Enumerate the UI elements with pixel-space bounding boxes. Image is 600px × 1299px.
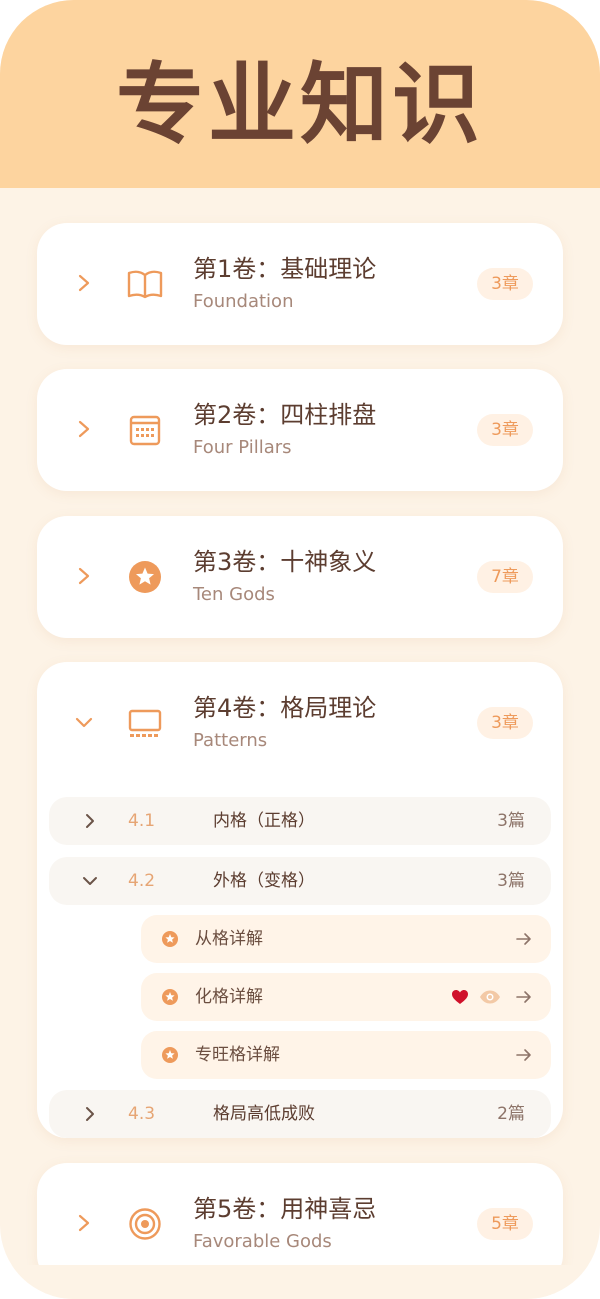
volume-title: 第4卷：格局理论: [193, 694, 377, 722]
monitor-icon: [128, 709, 162, 737]
volume-subtitle: Four Pillars: [193, 437, 292, 458]
chapter-title: 格局高低成败: [213, 1104, 315, 1124]
arrow-right-icon: [516, 991, 531, 1003]
chevron-right-icon: [86, 1107, 94, 1121]
chapter-title: 外格（变格）: [213, 871, 315, 891]
article-count: 2篇: [497, 1104, 525, 1124]
volume-subtitle: Patterns: [193, 730, 268, 751]
chapter-title: 内格（正格）: [213, 811, 315, 831]
chapter-count-badge: 3章: [477, 707, 533, 739]
heart-icon[interactable]: [451, 988, 469, 1006]
volume-card-3[interactable]: 第3卷：十神象义 Ten Gods 7章: [37, 516, 563, 638]
chapter-number: 4.3: [128, 1104, 156, 1124]
volume-title: 第3卷：十神象义: [193, 548, 377, 576]
app-screen: 专业知识 第1卷：基础理论 Foundation 3章 第2卷：四柱排盘 Fou…: [0, 0, 600, 1299]
page-title: 专业知识: [115, 53, 484, 156]
arrow-right-icon: [516, 1049, 531, 1061]
star-circle-icon: [162, 1047, 178, 1063]
chevron-right-icon: [86, 814, 94, 828]
target-icon: [129, 1208, 161, 1240]
volume-header-3[interactable]: 第3卷：十神象义 Ten Gods 7章: [37, 516, 563, 638]
volume-header-1[interactable]: 第1卷：基础理论 Foundation 3章: [37, 223, 563, 345]
arrow-right-icon: [516, 933, 531, 945]
article-title: 化格详解: [195, 987, 263, 1007]
star-circle-icon: [162, 931, 178, 947]
chapter-count-badge: 3章: [477, 414, 533, 446]
chapter-row-4-3[interactable]: 4.3 格局高低成败 2篇: [49, 1090, 551, 1138]
chapter-count-badge: 3章: [477, 268, 533, 300]
article-row[interactable]: 从格详解: [141, 915, 551, 963]
page-header: 专业知识: [0, 0, 600, 188]
calendar-icon: [129, 415, 161, 446]
volume-header-4[interactable]: 第4卷：格局理论 Patterns 3章: [37, 662, 563, 784]
chevron-right-icon: [78, 1214, 90, 1232]
chapter-count-badge: 5章: [477, 1208, 533, 1240]
volume-card-4[interactable]: 第4卷：格局理论 Patterns 3章 4.1 内格（正格） 3篇 4.2 外…: [37, 662, 563, 1138]
book-open-icon: [127, 270, 163, 299]
article-count: 3篇: [497, 871, 525, 891]
chapter-count-badge: 7章: [477, 561, 533, 593]
volume-card-2[interactable]: 第2卷：四柱排盘 Four Pillars 3章: [37, 369, 563, 491]
volume-header-2[interactable]: 第2卷：四柱排盘 Four Pillars 3章: [37, 369, 563, 491]
chevron-down-icon: [83, 877, 97, 885]
chevron-down-icon: [75, 717, 93, 728]
volume-title: 第5卷：用神喜忌: [193, 1195, 377, 1223]
bottom-safe-area: [0, 1265, 600, 1299]
article-row[interactable]: 专旺格详解: [141, 1031, 551, 1079]
star-circle-icon: [129, 561, 161, 593]
volume-subtitle: Foundation: [193, 291, 294, 312]
chapter-number: 4.1: [128, 811, 156, 831]
article-title: 从格详解: [195, 929, 263, 949]
article-title: 专旺格详解: [195, 1045, 280, 1065]
chapter-row-4-1[interactable]: 4.1 内格（正格） 3篇: [49, 797, 551, 845]
volume-title: 第1卷：基础理论: [193, 255, 377, 283]
chapter-row-4-2[interactable]: 4.2 外格（变格） 3篇: [49, 857, 551, 905]
chevron-right-icon: [78, 420, 90, 438]
volume-title: 第2卷：四柱排盘: [193, 401, 377, 429]
chevron-right-icon: [78, 567, 90, 585]
star-circle-icon: [162, 989, 178, 1005]
article-row[interactable]: 化格详解: [141, 973, 551, 1021]
eye-icon: [480, 990, 500, 1004]
chapter-number: 4.2: [128, 871, 156, 891]
article-count: 3篇: [497, 811, 525, 831]
volume-card-1[interactable]: 第1卷：基础理论 Foundation 3章: [37, 223, 563, 345]
volume-subtitle: Ten Gods: [193, 584, 275, 605]
volume-subtitle: Favorable Gods: [193, 1231, 332, 1252]
chevron-right-icon: [78, 274, 90, 292]
